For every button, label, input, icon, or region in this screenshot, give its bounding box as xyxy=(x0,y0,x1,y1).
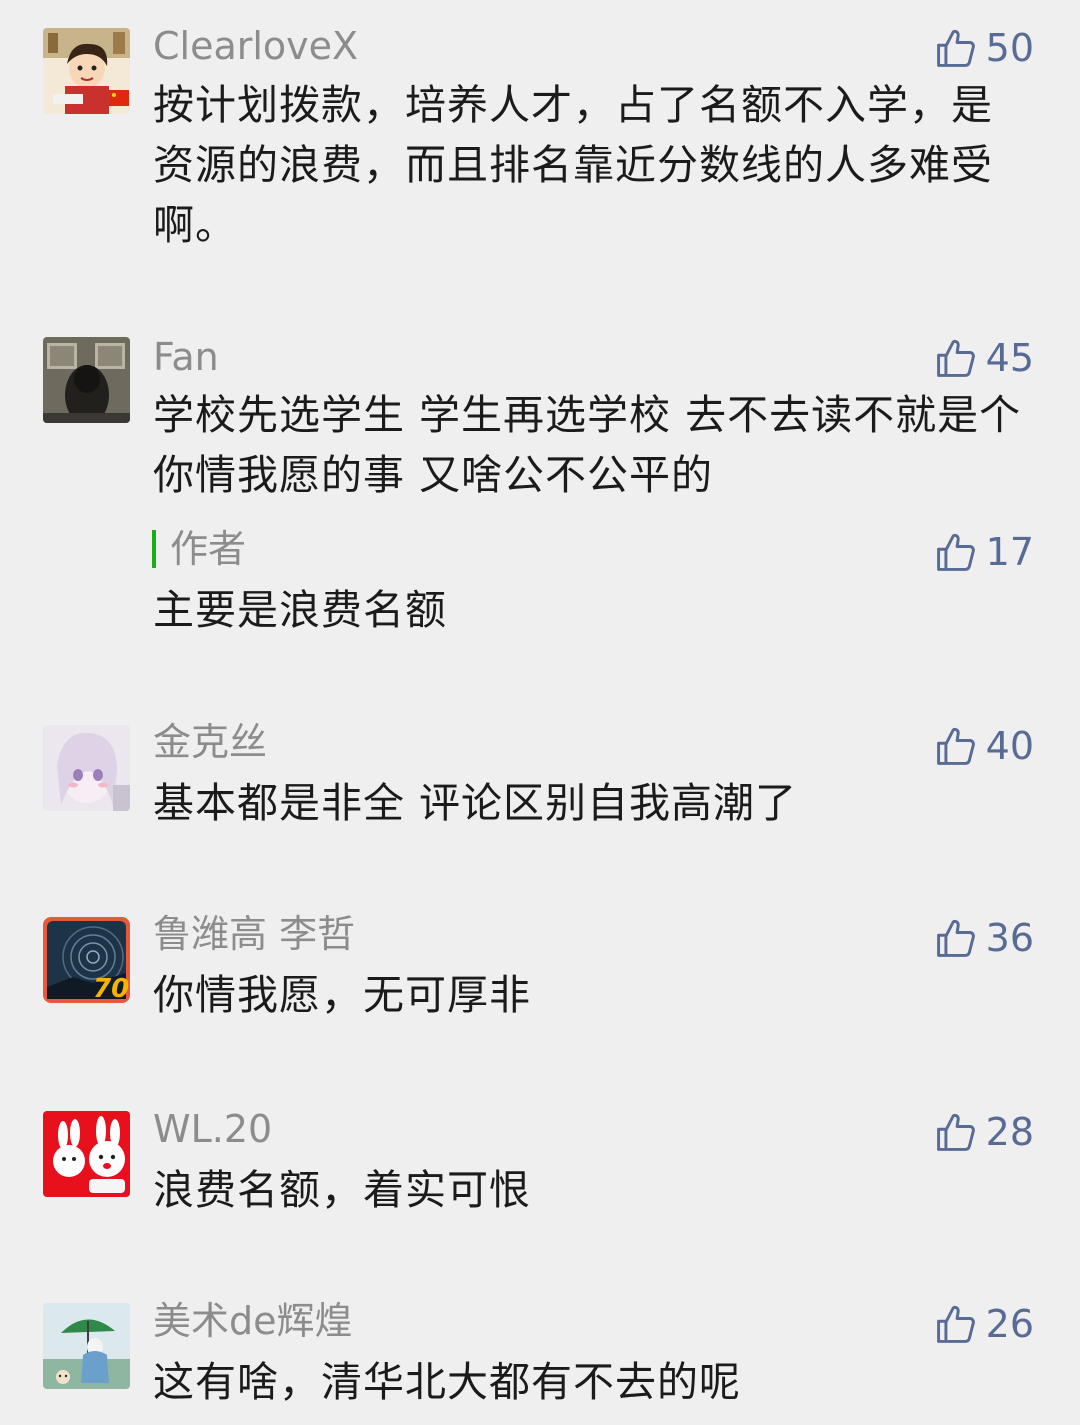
author-name: 作者 xyxy=(170,527,247,571)
author-indicator-bar xyxy=(152,530,156,568)
user-avatar[interactable] xyxy=(43,1303,130,1389)
like-count: 17 xyxy=(985,530,1034,574)
thumbs-up-icon xyxy=(936,1306,975,1343)
like-count: 45 xyxy=(985,336,1034,380)
like-button[interactable]: 45 xyxy=(934,334,1034,382)
anime-girl-avatar-icon xyxy=(43,725,130,811)
thumbs-up-icon xyxy=(936,534,975,571)
like-count: 36 xyxy=(985,916,1034,960)
comment-content: 基本都是非全 评论区别自我高潮了 xyxy=(153,779,798,827)
like-button[interactable]: 28 xyxy=(934,1108,1034,1156)
comment-username[interactable]: Fan xyxy=(153,335,219,379)
rabbit-avatar-icon xyxy=(43,1111,130,1197)
comment-username[interactable]: 金克丝 xyxy=(153,720,267,764)
comment-content: 浪费名额，着实可恨 xyxy=(153,1166,531,1214)
like-button[interactable]: 50 xyxy=(934,24,1034,72)
like-button[interactable]: 40 xyxy=(934,722,1034,770)
like-count: 26 xyxy=(985,1302,1034,1346)
like-count: 50 xyxy=(985,26,1034,70)
comment-username[interactable]: ClearloveX xyxy=(153,24,358,68)
comment-username[interactable]: 美术de辉煌 xyxy=(153,1299,353,1343)
comment-content: 你情我愿，无可厚非 xyxy=(153,971,531,1019)
comment-content: 这有啥，清华北大都有不去的呢 xyxy=(153,1358,741,1406)
comment-content: 按计划拨款，培养人才，占了名额不入学，是资源的浪费，而且排名靠近分数线的人多难受… xyxy=(153,81,993,249)
like-count: 28 xyxy=(985,1110,1034,1154)
like-button[interactable]: 26 xyxy=(934,1300,1034,1348)
like-button[interactable]: 17 xyxy=(934,528,1034,576)
user-avatar[interactable] xyxy=(43,725,130,811)
comment-list: ClearloveX 50 按计划拨款，培养人才，占了名额不入学，是资源的浪费，… xyxy=(0,0,1080,1425)
thumbs-up-icon xyxy=(936,920,975,957)
cartoon-avatar-icon xyxy=(43,28,130,114)
user-avatar[interactable] xyxy=(43,1111,130,1197)
user-avatar[interactable] xyxy=(43,337,130,423)
umbrella-painting-avatar-icon xyxy=(43,1303,130,1389)
author-reply-content: 主要是浪费名额 xyxy=(153,586,447,634)
thumbs-up-icon xyxy=(936,728,975,765)
comment-content: 学校先选学生 学生再选学校 去不去读不就是个你情我愿的事 又啥公不公平的 xyxy=(153,391,1022,499)
dark-hooded-figure-avatar-icon xyxy=(43,337,130,423)
like-count: 40 xyxy=(985,724,1034,768)
star-trail-avatar-icon: 70 xyxy=(43,917,130,1003)
thumbs-up-icon xyxy=(936,1114,975,1151)
comment-username[interactable]: WL.20 xyxy=(153,1107,272,1151)
comment-username[interactable]: 鲁潍高 李哲 xyxy=(153,912,355,956)
avatar-badge-text: 70 xyxy=(93,974,129,1003)
user-avatar[interactable] xyxy=(43,28,130,114)
like-button[interactable]: 36 xyxy=(934,914,1034,962)
author-reply-label: 作者 xyxy=(152,527,247,571)
thumbs-up-icon xyxy=(936,30,975,67)
user-avatar[interactable]: 70 xyxy=(43,917,130,1003)
thumbs-up-icon xyxy=(936,340,975,377)
